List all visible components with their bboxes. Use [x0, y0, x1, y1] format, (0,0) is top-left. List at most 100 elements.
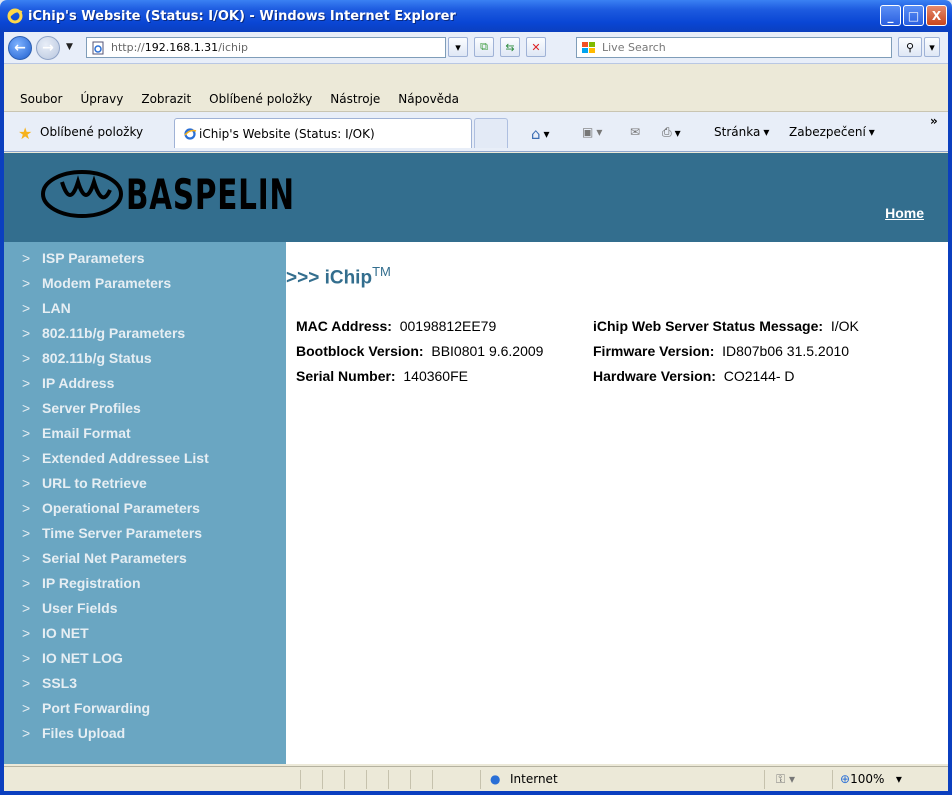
menu-edit[interactable]: Úpravy [80, 92, 123, 106]
firmware-version-value: ID807b06 31.5.2010 [722, 343, 850, 359]
protected-mode-button[interactable]: ⚿ ▾ [776, 772, 795, 787]
sidebar-item-operational-parameters[interactable]: > Operational Parameters [4, 496, 286, 521]
baspelin-logo: BASPELIN [40, 168, 343, 220]
sidebar-item-label: Files Upload [42, 725, 126, 741]
sidebar-item-time-server-parameters[interactable]: > Time Server Parameters [4, 521, 286, 546]
sidebar-item-io-net[interactable]: > IO NET [4, 621, 286, 646]
stop-icon: ✕ [531, 40, 541, 54]
sidebar-item-label: IP Registration [42, 575, 141, 591]
address-input[interactable]: http://192.168.1.31/ichip [86, 37, 446, 58]
sidebar-item-files-upload[interactable]: > Files Upload [4, 721, 286, 746]
window-title-bar: iChip's Website (Status: I/OK) - Windows… [0, 0, 952, 32]
chevron-right-icon: > [22, 675, 31, 691]
bootblock-version-label: Bootblock Version: [296, 343, 424, 359]
search-input[interactable]: Live Search [576, 37, 892, 58]
chevron-right-icon: > [22, 275, 31, 291]
zoom-level: 100% [850, 772, 885, 786]
home-link[interactable]: Home [885, 205, 924, 221]
menu-help[interactable]: Nápověda [398, 92, 459, 106]
zoom-button[interactable]: ⊕100% ▾ [840, 772, 902, 786]
printer-icon: ⎙ [662, 125, 672, 139]
sidebar-nav: > ISP Parameters > Modem Parameters > LAN >802… [4, 242, 286, 764]
security-menu-button[interactable]: Zabezpečení ▾ [789, 125, 875, 139]
sidebar-item-modem-parameters[interactable]: > Modem Parameters [4, 271, 286, 296]
refresh-button[interactable]: ⇆ [500, 37, 520, 57]
page-content: BASPELIN Home > ISP Parameters > Modem Para… [4, 153, 948, 764]
refresh-icon: ⇆ [505, 40, 515, 54]
maximize-button[interactable]: □ [903, 5, 924, 26]
address-dropdown-button[interactable]: ▾ [448, 37, 468, 57]
sidebar-item-label: SSL3 [42, 675, 78, 691]
url-prefix: http:// [111, 41, 145, 54]
sidebar-item-isp-parameters[interactable]: > ISP Parameters [4, 246, 286, 271]
feeds-button[interactable]: ▣ ▾ [582, 125, 602, 139]
compatibility-button[interactable]: ⧉ [474, 37, 494, 57]
favorites-button[interactable]: Oblíbené položky [40, 125, 143, 139]
history-dropdown-icon[interactable]: ▼ [66, 42, 73, 52]
sidebar-item-label: Extended Addressee List [42, 450, 209, 466]
mail-button[interactable]: ✉ [630, 125, 640, 139]
chevron-right-icon: > [22, 600, 31, 616]
server-status-label: iChip Web Server Status Message: [593, 318, 824, 334]
sidebar-item-802-11b-g-status[interactable]: >802.11b/g Status [4, 346, 286, 371]
close-button[interactable]: X [926, 5, 947, 26]
sidebar-item-802-11b-g-parameters[interactable]: >802.11b/g Parameters [4, 321, 286, 346]
new-tab-button[interactable] [474, 118, 508, 148]
sidebar-item-email-format[interactable]: > Email Format [4, 421, 286, 446]
favorites-bar: ★ Oblíbené položky iChip's Website (Stat… [4, 112, 948, 152]
search-options-button[interactable]: ▾ [924, 37, 940, 57]
chevron-right-icon: > [22, 325, 31, 341]
favorites-star-icon[interactable]: ★ [18, 124, 32, 143]
url-path: /ichip [218, 41, 249, 54]
menu-file[interactable]: Soubor [20, 92, 62, 106]
sidebar-item-label: 802.11b/g Status [42, 350, 152, 366]
sidebar-item-url-to-retrieve[interactable]: > URL to Retrieve [4, 471, 286, 496]
page-menu-button[interactable]: Stránka ▾ [714, 125, 769, 139]
stop-button[interactable]: ✕ [526, 37, 546, 57]
internet-explorer-icon [184, 127, 197, 140]
more-commands-button[interactable]: » [930, 114, 938, 128]
chevron-right-icon: > [22, 475, 31, 491]
page-title-text: >>> iChip [286, 267, 373, 289]
chevron-right-icon: > [22, 625, 31, 641]
print-button[interactable]: ⎙ ▾ [662, 125, 681, 140]
mail-icon: ✉ [630, 125, 641, 139]
url-host: 192.168.1.31 [144, 41, 219, 54]
chevron-down-icon: ▾ [929, 40, 935, 54]
sidebar-item-label: User Fields [42, 600, 118, 616]
sidebar-item-ip-registration[interactable]: > IP Registration [4, 571, 286, 596]
chevron-right-icon: > [22, 425, 31, 441]
forward-arrow-icon: → [42, 40, 54, 56]
sidebar-item-label: Port Forwarding [42, 700, 151, 716]
menu-tools[interactable]: Nástroje [330, 92, 380, 106]
sidebar-item-extended-addressee-list[interactable]: > Extended Addressee List [4, 446, 286, 471]
sidebar-item-user-fields[interactable]: > User Fields [4, 596, 286, 621]
chevron-right-icon: > [22, 650, 31, 666]
forward-button[interactable]: → [36, 36, 60, 60]
bootblock-version-value: BBI0801 9.6.2009 [431, 343, 544, 359]
chevron-right-icon: > [22, 250, 31, 266]
sidebar-item-server-profiles[interactable]: > Server Profiles [4, 396, 286, 421]
home-page-button[interactable]: ⌂ ▾ [531, 125, 550, 143]
search-button[interactable]: ⚲ [898, 37, 922, 57]
sidebar-item-lan[interactable]: > LAN [4, 296, 286, 321]
sidebar-item-serial-net-parameters[interactable]: > Serial Net Parameters [4, 546, 286, 571]
status-info: MAC Address: 00198812EE79 iChip Web Serv… [296, 314, 936, 389]
rss-icon: ▣ [582, 125, 594, 139]
sidebar-item-port-forwarding[interactable]: > Port Forwarding [4, 696, 286, 721]
sidebar-item-ssl3[interactable]: > SSL3 [4, 671, 286, 696]
sidebar-item-label: Modem Parameters [42, 275, 172, 291]
firmware-version-label: Firmware Version: [593, 343, 715, 359]
menu-view[interactable]: Zobrazit [141, 92, 191, 106]
minimize-button[interactable]: _ [880, 5, 901, 26]
protected-mode-icon: ⚿ [776, 772, 786, 786]
back-button[interactable]: ← [8, 36, 32, 60]
house-icon: ⌂ [531, 125, 541, 143]
back-arrow-icon: ← [14, 40, 26, 56]
sidebar-item-io-net-log[interactable]: > IO NET LOG [4, 646, 286, 671]
tab-ichip-website[interactable]: iChip's Website (Status: I/OK) [174, 118, 472, 148]
sidebar-item-label: Time Server Parameters [42, 525, 203, 541]
sidebar-item-ip-address[interactable]: > IP Address [4, 371, 286, 396]
sidebar-item-label: LAN [42, 300, 71, 316]
menu-favorites[interactable]: Oblíbené položky [209, 92, 312, 106]
